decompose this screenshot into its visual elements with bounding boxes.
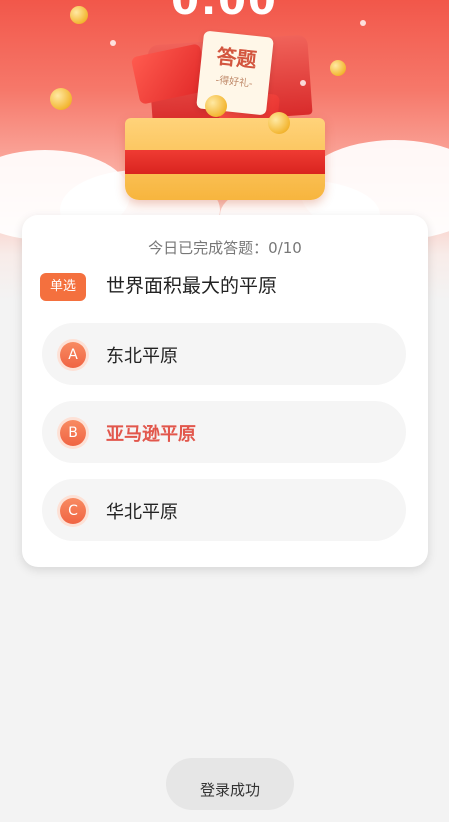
option-letter-badge: C [60, 498, 86, 524]
daily-progress-text: 今日已完成答题：0/10 [148, 239, 302, 257]
sparkle-icon [360, 20, 366, 26]
login-success-toast: 登录成功 [166, 758, 294, 810]
sparkle-icon [300, 80, 306, 86]
option-a[interactable]: A 东北平原 [42, 323, 406, 385]
coin-icon [205, 95, 227, 117]
question-text: 世界面积最大的平原 [106, 275, 278, 297]
sparkle-icon [110, 40, 116, 46]
balance-amount: 0.00 [171, 0, 278, 24]
coin-icon [330, 60, 346, 76]
option-letter-badge: B [60, 420, 86, 446]
option-label: 亚马逊平原 [106, 424, 196, 445]
question-type-tag: 单选 [40, 273, 86, 301]
coin-icon [70, 6, 88, 24]
option-label: 华北平原 [106, 502, 178, 523]
quiz-badge-title: 答题 [215, 44, 258, 73]
coin-icon [50, 88, 72, 110]
option-label: 东北平原 [106, 346, 178, 367]
option-c[interactable]: C 华北平原 [42, 479, 406, 541]
option-letter-badge: A [60, 342, 86, 368]
treasure-chest-band [125, 150, 325, 174]
option-b[interactable]: B 亚马逊平原 [42, 401, 406, 463]
quiz-card: 今日已完成答题：0/10 单选 世界面积最大的平原 A 东北平原 B 亚马逊平原… [22, 215, 428, 567]
coin-icon [268, 112, 290, 134]
